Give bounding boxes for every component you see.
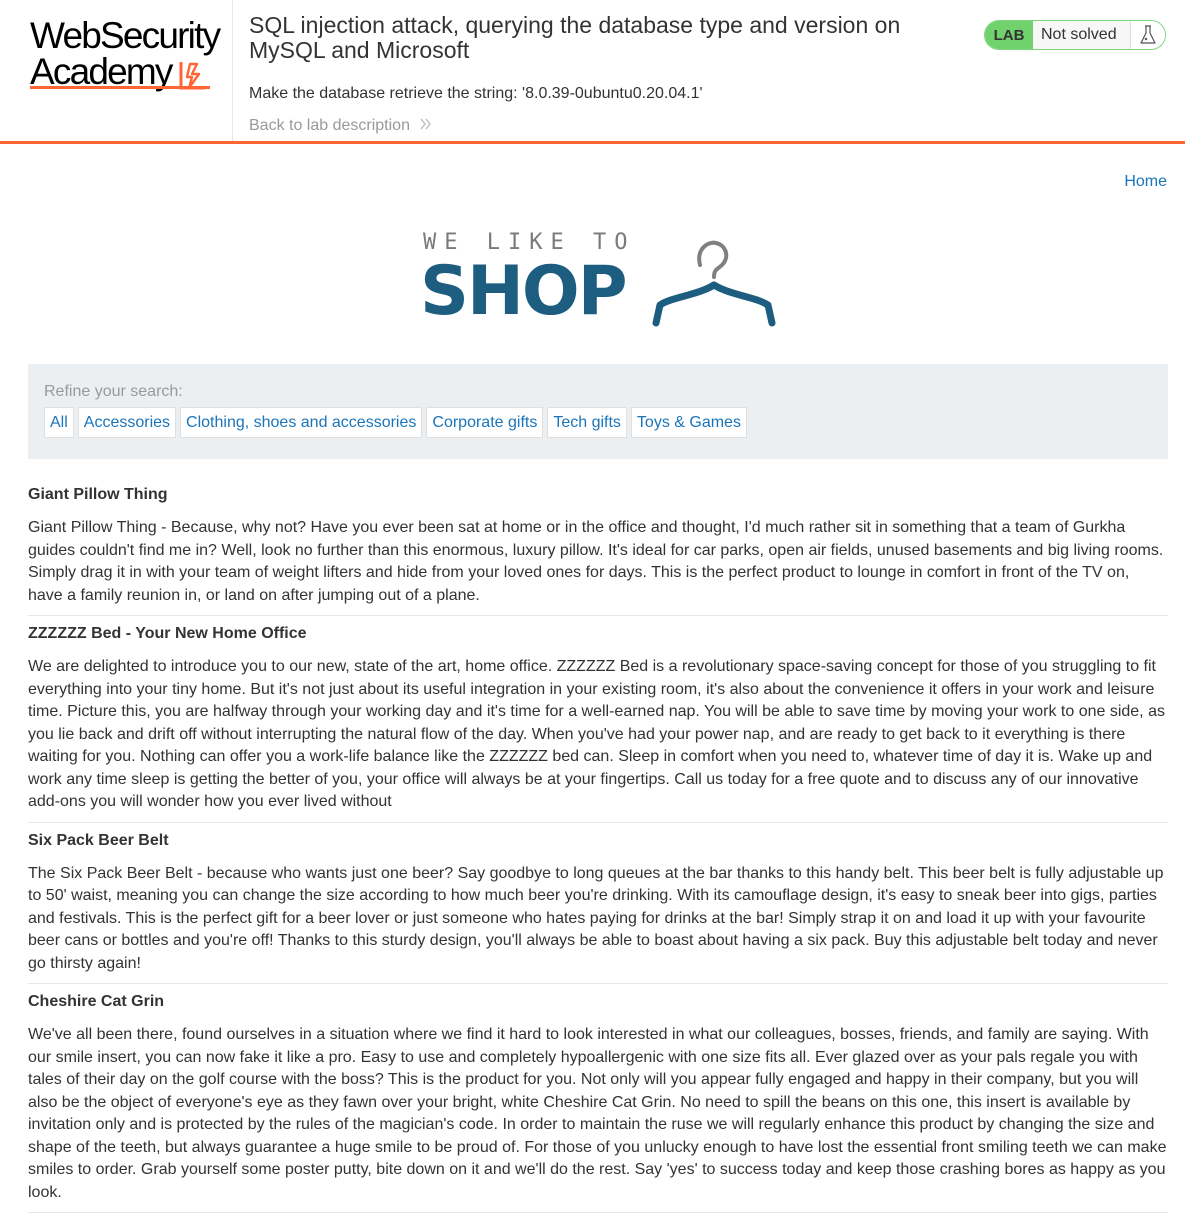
product-title: Six Pack Beer Belt — [28, 831, 169, 849]
filter-toys-games[interactable]: Toys & Games — [630, 407, 747, 438]
lab-status-text: Not solved — [1033, 21, 1130, 49]
product-title: ZZZZZZ Bed - Your New Home Office — [28, 625, 307, 642]
lab-status-widget: LAB Not solved — [984, 20, 1166, 50]
product-description: Giant Pillow Thing - Because, why not? H… — [28, 519, 1164, 604]
search-filters: Refine your search: All Accessories Clot… — [28, 364, 1168, 459]
hanger-icon — [652, 240, 776, 327]
product-item: Six Pack Beer Belt The Six Pack Beer Bel… — [28, 829, 1168, 984]
websecurity-academy-logo[interactable]: WebSecurity Academy — [30, 15, 230, 93]
shop-logo: WE LIKE TO SHOP — [420, 230, 780, 330]
filter-accessories[interactable]: Accessories — [77, 407, 177, 438]
lab-header: WebSecurity Academy SQL injection attack… — [0, 0, 1185, 144]
product-item: Giant Pillow Thing Giant Pillow Thing - … — [28, 483, 1168, 616]
flask-icon — [1130, 21, 1165, 49]
shop-logo-word: SHOP — [420, 252, 628, 331]
filter-category-list: All Accessories Clothing, shoes and acce… — [44, 407, 747, 438]
header-divider — [232, 0, 233, 141]
filter-clothing-shoes-accessories[interactable]: Clothing, shoes and accessories — [180, 407, 423, 438]
back-link-label: Back to lab description — [249, 117, 410, 134]
product-item: ZZZZZZ Bed - Your New Home Office We are… — [28, 622, 1168, 823]
product-title: Giant Pillow Thing — [28, 486, 168, 503]
filter-tech-gifts[interactable]: Tech gifts — [547, 407, 627, 438]
product-description: We are delighted to introduce you to our… — [28, 658, 1165, 810]
filter-corporate-gifts[interactable]: Corporate gifts — [426, 407, 544, 438]
filters-label: Refine your search: — [44, 383, 183, 400]
back-to-lab-description-link[interactable]: Back to lab description — [249, 117, 432, 135]
product-description: We've all been there, found ourselves in… — [28, 1026, 1167, 1201]
product-description: The Six Pack Beer Belt - because who wan… — [28, 864, 1164, 972]
lab-status-badge: LAB — [985, 21, 1033, 49]
lab-goal-text: Make the database retrieve the string: '… — [249, 85, 703, 102]
product-title: Cheshire Cat Grin — [28, 993, 165, 1010]
logo-underline — [30, 86, 210, 89]
home-link[interactable]: Home — [1124, 173, 1167, 191]
double-chevron-right-icon — [420, 117, 432, 135]
logo-text-websecurity: WebSecurity — [30, 15, 221, 56]
product-list: Giant Pillow Thing Giant Pillow Thing - … — [28, 483, 1168, 1219]
lab-title: SQL injection attack, querying the datab… — [249, 12, 901, 63]
product-item: Cheshire Cat Grin We've all been there, … — [28, 990, 1168, 1213]
filter-all[interactable]: All — [44, 407, 74, 438]
